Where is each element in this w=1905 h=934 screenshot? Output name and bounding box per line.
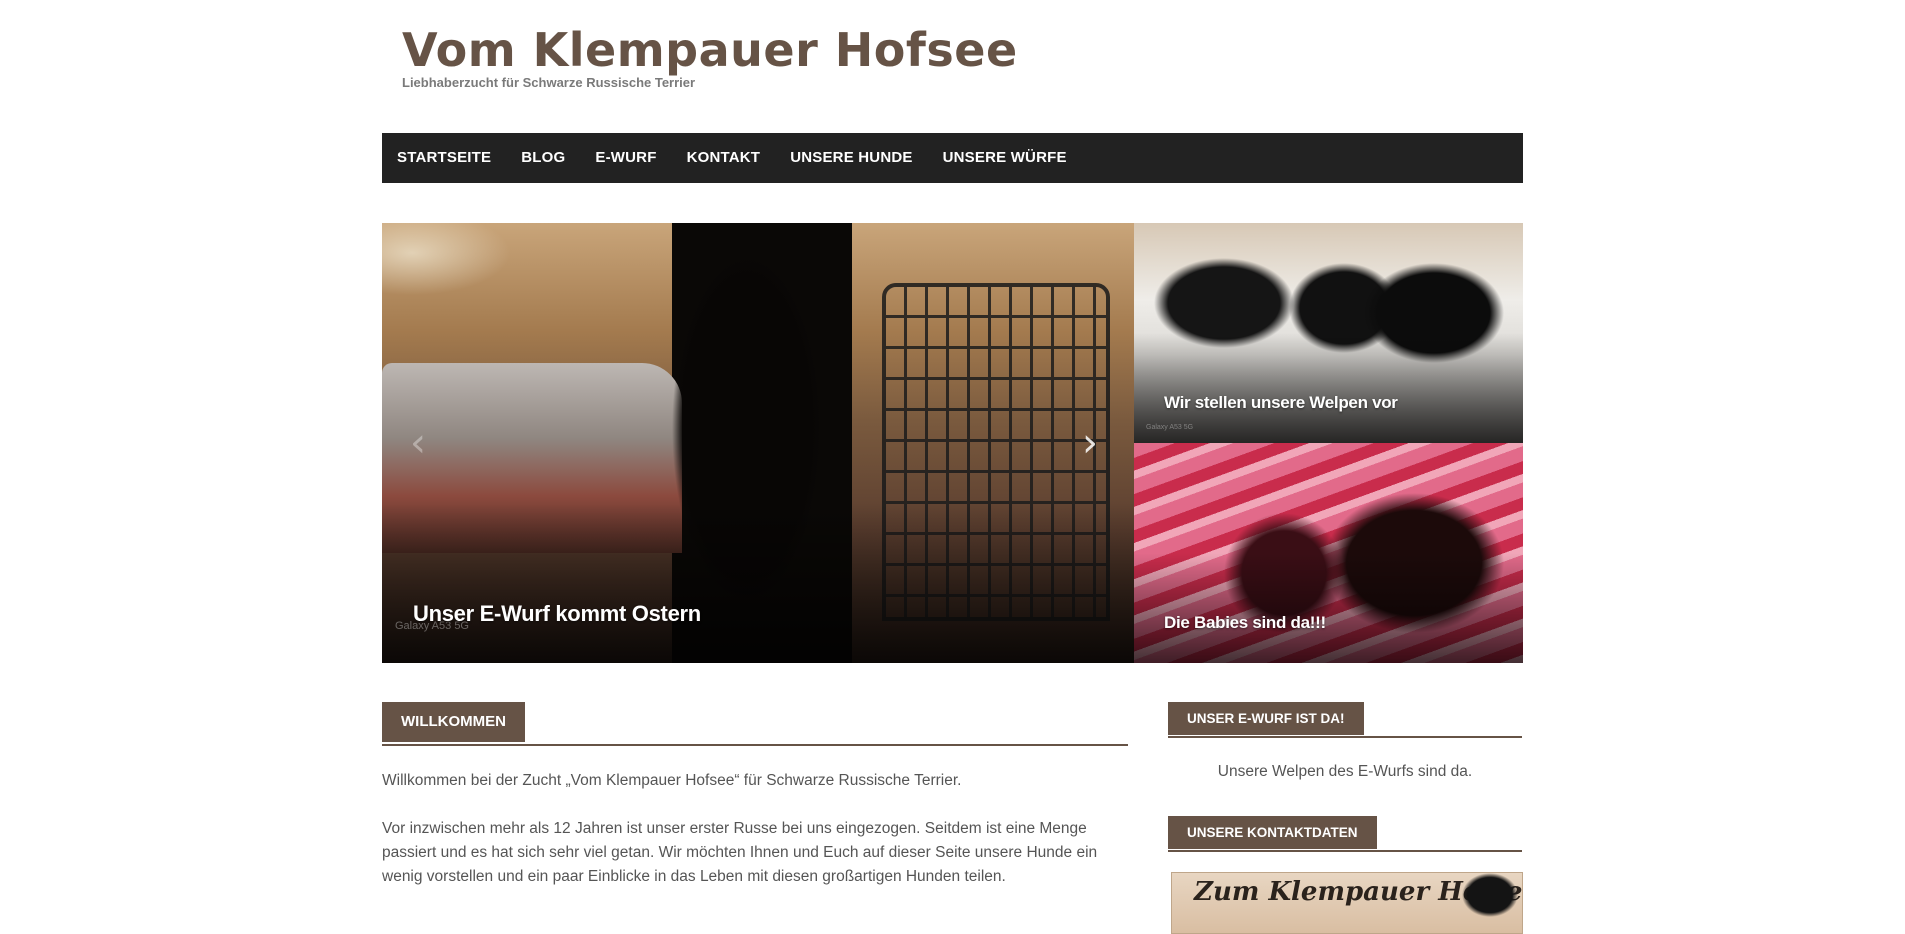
main-content: WILLKOMMEN Willkommen bei der Zucht „Vom… bbox=[382, 702, 1128, 889]
sidebar-widget-title: UNSERE KONTAKTDATEN bbox=[1168, 816, 1377, 849]
nav-item-kontakt[interactable]: KONTAKT bbox=[672, 133, 776, 183]
nav-item-blog[interactable]: BLOG bbox=[506, 133, 580, 183]
dog-icon bbox=[1462, 873, 1518, 917]
nav-item-e-wurf[interactable]: E-WURF bbox=[580, 133, 671, 183]
tile-title[interactable]: Die Babies sind da!!! bbox=[1164, 613, 1326, 633]
sidebar: UNSER E-WURF IST DA! Unsere Welpen des E… bbox=[1168, 702, 1523, 934]
sidebar-widget-heading: UNSER E-WURF IST DA! bbox=[1168, 702, 1522, 738]
nav-item-startseite[interactable]: STARTSEITE bbox=[382, 133, 506, 183]
chevron-right-icon[interactable]: › bbox=[1082, 423, 1098, 463]
section-heading-label: WILLKOMMEN bbox=[382, 702, 525, 742]
main-navigation: STARTSEITE BLOG E-WURF KONTAKT UNSERE HU… bbox=[382, 133, 1523, 183]
tile-shade bbox=[1134, 553, 1523, 663]
sidebar-widget-heading: UNSERE KONTAKTDATEN bbox=[1168, 816, 1522, 852]
tile-title[interactable]: Wir stellen unsere Welpen vor bbox=[1164, 393, 1398, 413]
chevron-left-icon[interactable]: ‹ bbox=[410, 423, 426, 463]
nav-item-unsere-hunde[interactable]: UNSERE HUNDE bbox=[775, 133, 927, 183]
photo-watermark: Galaxy A53 5G bbox=[1146, 424, 1194, 431]
featured-tile[interactable]: Die Babies sind da!!! bbox=[1134, 443, 1523, 663]
main-slide-title[interactable]: Unser E-Wurf kommt Ostern bbox=[413, 601, 701, 627]
intro-paragraph: Willkommen bei der Zucht „Vom Klempauer … bbox=[382, 772, 962, 789]
sidebar-widget-title: UNSER E-WURF IST DA! bbox=[1168, 702, 1364, 735]
site-tagline: Liebhaberzucht für Schwarze Russische Te… bbox=[402, 75, 696, 90]
site-title[interactable]: Vom Klempauer Hofsee bbox=[402, 22, 1018, 78]
featured-posts: Galaxy A53 5G Unser E-Wurf kommt Ostern … bbox=[382, 223, 1523, 663]
history-paragraph: Vor inzwischen mehr als 12 Jahren ist un… bbox=[382, 820, 1098, 885]
section-heading: WILLKOMMEN bbox=[382, 702, 1128, 746]
featured-tile[interactable]: Galaxy A53 5G Wir stellen unsere Welpen … bbox=[1134, 223, 1523, 443]
contact-banner-image[interactable]: Zum Klempauer Hofsee bbox=[1171, 872, 1523, 934]
nav-item-unsere-wuerfe[interactable]: UNSERE WÜRFE bbox=[928, 133, 1082, 183]
slide-shade bbox=[382, 503, 1134, 663]
sidebar-widget-text: Unsere Welpen des E-Wurfs sind da. bbox=[1217, 763, 1473, 780]
main-slide[interactable]: Galaxy A53 5G Unser E-Wurf kommt Ostern … bbox=[382, 223, 1134, 663]
